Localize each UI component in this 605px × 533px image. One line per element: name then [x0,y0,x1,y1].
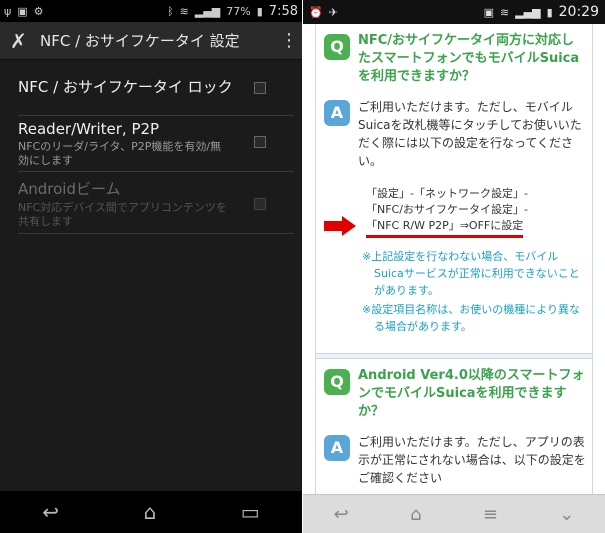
menu-icon[interactable]: ≡ [483,504,498,525]
faq-question: Q NFC/おサイフケータイ両方に対応したスマートフォンでもモバイルSuicaを… [316,24,592,92]
status-bar: ψ ▣ ⚙ ᛒ ≋ ▂▄▆ 77% ▮ 7:58 [0,0,302,22]
signal-icon: ▂▄▆ [515,5,541,19]
bluetooth-icon: ᛒ [167,4,174,18]
pref-title: NFC / おサイフケータイ ロック [18,78,233,96]
settings-line: 「設定」-「ネットワーク設定」- [366,187,528,200]
left-phone-screen: ψ ▣ ⚙ ᛒ ≋ ▂▄▆ 77% ▮ 7:58 ✗ NFC / おサイフケータ… [0,0,302,533]
pref-title: Reader/Writer, P2P [18,120,160,138]
battery-icon: ▮ [546,5,553,19]
right-phone-screen: ⏰ ✈ ▣ ≋ ▂▄▆ ▮ 20:29 Q NFC/おサイフケータイ両方に対応し… [303,0,605,533]
question-text: NFC/おサイフケータイ両方に対応したスマートフォンでもモバイルSuicaを利用… [358,33,580,84]
action-bar: ✗ NFC / おサイフケータイ 設定 ⋮ [0,22,302,60]
pref-summary: NFCのリーダ/ライタ、P2P機能を有効/無効にします [18,140,222,167]
home-icon[interactable]: ⌂ [144,500,157,524]
answer-badge: A [324,435,350,461]
android-icon: ⚙ [33,4,44,18]
question-text: Android Ver4.0以降のスマートフォンでモバイルSuicaを利用できま… [358,368,585,419]
wifi-icon: ≋ [179,4,189,18]
status-time: 7:58 [268,3,298,19]
navigation-bar: ↩ ⌂ ▭ [0,491,302,533]
faq-answer: A ご利用いただけます。ただし、アプリの表示が正常にされない場合は、以下の設定を… [316,427,592,491]
home-icon[interactable]: ⌂ [410,504,421,525]
vibrate-icon: ▣ [483,5,494,19]
note: ※設定項目名称は、お使いの機種により異なる場合があります。 [362,303,580,333]
usb-icon: ψ [4,4,12,18]
settings-path: 「設定」-「ネットワーク設定」- 「NFC/おサイフケータイ設定」- 「NFC … [316,174,592,238]
red-arrow-icon [324,216,358,236]
answer-text: ご利用いただけます。ただし、モバイルSuicaを改札機等にタッチしてお使いいただ… [358,100,582,168]
battery-percent: 77% [226,4,251,18]
pref-checkbox [254,198,266,210]
navigation-bar: ↩ ⌂ ≡ ⌄ [303,494,605,533]
wifi-icon: ≋ [499,5,510,19]
status-bar: ⏰ ✈ ▣ ≋ ▂▄▆ ▮ 20:29 [303,0,605,24]
pref-reader-writer-p2p[interactable]: Reader/Writer, P2P NFCのリーダ/ライタ、P2P機能を有効/… [18,120,294,172]
pref-summary: NFC対応デバイス間でアプリコンテンツを共有します [18,201,227,228]
recent-apps-icon[interactable]: ▭ [241,500,260,524]
settings-line: 「NFC/おサイフケータイ設定」- [366,203,528,216]
faq-content: Q NFC/おサイフケータイ両方に対応したスマートフォンでもモバイルSuicaを… [315,24,593,494]
pref-checkbox[interactable] [254,82,266,94]
status-time: 20:29 [558,4,599,20]
pref-nfc-lock[interactable]: NFC / おサイフケータイ ロック [18,76,294,116]
faq-question: Q Android Ver4.0以降のスマートフォンでモバイルSuicaを利用で… [316,359,592,427]
question-badge: Q [324,34,350,60]
satellite-icon: ✈ [328,5,338,19]
pref-checkbox[interactable] [254,136,266,148]
battery-icon: ▮ [256,4,263,18]
note: ※上記設定を行なわない場合、モバイルSuicaサービスが正常に利用できないことが… [362,250,580,297]
answer-badge: A [324,100,350,126]
answer-text: ご利用いただけます。ただし、アプリの表示が正常にされない場合は、以下の設定をご確… [358,435,586,485]
question-badge: Q [324,369,350,395]
settings-line-highlighted: 「NFC R/W P2P」⇒OFFに設定 [366,218,524,238]
overflow-menu-icon[interactable]: ⋮ [280,30,298,51]
page-title: NFC / おサイフケータイ 設定 [40,32,240,50]
faq-answer: A ご利用いただけます。ただし、モバイルSuicaを改札機等にタッチしてお使いい… [316,92,592,174]
signal-icon: ▂▄▆ [194,4,221,18]
pref-title: Androidビーム [18,180,121,198]
scroll-down-icon[interactable]: ⌄ [559,504,574,525]
pref-android-beam: Androidビーム NFC対応デバイス間でアプリコンテンツを共有します [18,178,294,234]
tools-icon: ✗ [10,28,27,53]
back-icon[interactable]: ↩ [334,504,349,525]
alarm-icon: ⏰ [309,5,323,19]
debug-icon: ▣ [17,4,28,18]
notes: ※上記設定を行なわない場合、モバイルSuicaサービスが正常に利用できないことが… [316,238,592,345]
back-icon[interactable]: ↩ [42,500,59,524]
